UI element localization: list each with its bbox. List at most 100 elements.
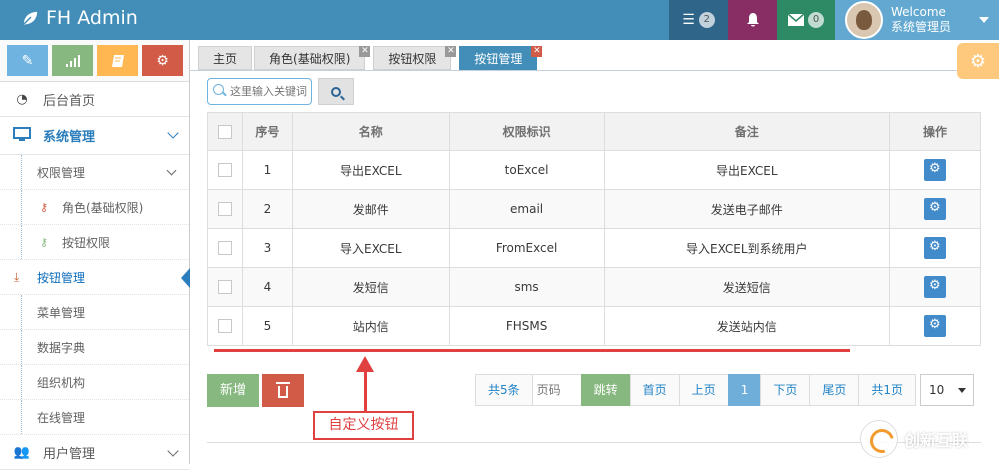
pager-first-button[interactable]: 首页 — [629, 374, 680, 406]
sidebar-item-dashboard[interactable]: ◔ 后台首页 — [0, 82, 189, 117]
sidebar-item-button-permissions[interactable]: ⚷ 按钮权限 — [0, 225, 189, 260]
user-menu[interactable]: Welcome 系统管理员 — [835, 0, 999, 40]
sidebar-item-label: 用户管理 — [43, 446, 96, 462]
row-checkbox[interactable] — [217, 202, 232, 217]
cell-actions — [889, 267, 981, 307]
annotation-label: 自定义按钮 — [313, 411, 414, 440]
cell-remark: 发送短信 — [603, 267, 891, 307]
desktop-icon — [12, 126, 32, 145]
messages-button[interactable]: 0 — [777, 0, 835, 40]
watermark: 创新互联 — [860, 420, 968, 458]
sidebar-item-label: 系统管理 — [43, 130, 96, 145]
active-pointer — [181, 268, 190, 288]
pager-next-button[interactable]: 下页 — [760, 374, 811, 406]
sidebar-item-label: 后台首页 — [43, 93, 96, 109]
sidebar-item-system[interactable]: 系统管理 — [0, 117, 189, 155]
cell-remark: 发送电子邮件 — [603, 189, 891, 229]
delete-button[interactable] — [262, 374, 304, 407]
messages-badge: 0 — [808, 12, 824, 28]
row-checkbox[interactable] — [217, 280, 232, 295]
tab-button-permissions[interactable]: 按钮权限 ✕ — [373, 46, 457, 70]
col-header: 权限标识 — [448, 112, 605, 151]
cell-name: 发邮件 — [291, 189, 450, 229]
shortcut-signal-button[interactable] — [52, 45, 93, 76]
tasks-button[interactable]: ☰ 2 — [669, 0, 728, 40]
settings-button[interactable]: ⚙ — [957, 43, 999, 79]
pager-prev-button[interactable]: 上页 — [678, 374, 729, 406]
notifications-button[interactable] — [728, 0, 777, 40]
cell-no: 4 — [241, 267, 293, 307]
sidebar-item-roles[interactable]: ⚷ 角色(基础权限) — [0, 190, 189, 225]
table-row: 2 发邮件 email 发送电子邮件 — [207, 189, 981, 229]
chevron-down-icon — [166, 165, 177, 176]
row-select-cell — [207, 228, 243, 268]
row-checkbox[interactable] — [217, 241, 232, 256]
username: 系统管理员 — [891, 20, 952, 34]
cell-actions — [889, 306, 981, 346]
table-row: 3 导入EXCEL FromExcel 导入EXCEL到系统用户 — [207, 228, 981, 268]
signal-icon — [65, 54, 80, 67]
edit-gear-button[interactable] — [924, 198, 947, 220]
edit-gear-button[interactable] — [924, 237, 947, 259]
table-row: 4 发短信 sms 发送短信 — [207, 267, 981, 307]
row-select-cell — [207, 150, 243, 190]
cell-actions — [889, 189, 981, 229]
sidebar-item-permissions[interactable]: 权限管理 — [0, 155, 189, 190]
pager-jump-button[interactable]: 跳转 — [580, 374, 631, 406]
brand[interactable]: FH Admin — [20, 7, 138, 29]
download-icon: ⤓ — [14, 269, 20, 284]
tab-button-management[interactable]: 按钮管理 ✕ — [459, 46, 543, 70]
add-button[interactable]: 新增 — [207, 374, 259, 407]
sidebar-item-organization[interactable]: 组织机构 — [0, 365, 189, 400]
edit-gear-button[interactable] — [924, 276, 947, 298]
shortcut-book-button[interactable] — [97, 45, 138, 76]
sidebar-item-online[interactable]: 在线管理 — [0, 400, 189, 435]
cell-actions — [889, 150, 981, 190]
shortcut-cogs-button[interactable]: ⚙ — [142, 45, 183, 76]
shortcut-pencil-button[interactable]: ✎ — [7, 45, 48, 76]
tab-label: 角色(基础权限) — [269, 52, 351, 66]
close-icon[interactable]: ✕ — [531, 46, 543, 57]
pager-current-page[interactable]: 1 — [727, 374, 762, 406]
pager-page-count: 共1页 — [858, 374, 916, 406]
close-icon[interactable]: ✕ — [359, 46, 371, 57]
sidebar-item-label: 在线管理 — [37, 410, 86, 425]
cell-no: 2 — [241, 189, 293, 229]
user-info: Welcome 系统管理员 — [891, 5, 951, 35]
page-size-select[interactable]: 10 — [920, 374, 974, 406]
sidebar-item-label: 组织机构 — [37, 375, 86, 390]
sidebar-item-label: 角色(基础权限) — [62, 200, 144, 215]
tab-label: 按钮管理 — [474, 52, 523, 66]
edit-gear-button[interactable] — [924, 315, 947, 337]
tab-roles[interactable]: 角色(基础权限) ✕ — [254, 46, 371, 70]
select-all-checkbox[interactable] — [217, 124, 232, 139]
sidebar-item-dictionary[interactable]: 数据字典 — [0, 330, 189, 365]
tab-home[interactable]: 主页 — [198, 46, 253, 70]
cell-code: FromExcel — [448, 228, 605, 268]
sidebar-item-users[interactable]: 👥 用户管理 — [0, 435, 189, 470]
cell-name: 发短信 — [291, 267, 450, 307]
close-icon[interactable]: ✕ — [445, 46, 457, 57]
select-all-cell — [207, 112, 243, 151]
page-number-input[interactable] — [531, 374, 582, 406]
sidebar-item-button-management[interactable]: ⤓ 按钮管理 — [0, 260, 190, 295]
edit-gear-button[interactable] — [924, 159, 947, 181]
search-button[interactable] — [318, 78, 354, 105]
dashboard-icon: ◔ — [16, 91, 28, 107]
bell-icon — [746, 13, 759, 27]
cogs-icon: ⚙ — [156, 52, 169, 69]
sidebar-item-label: 数据字典 — [37, 340, 86, 355]
pager-last-button[interactable]: 尾页 — [809, 374, 860, 406]
chevron-down-icon — [167, 445, 179, 457]
chevron-down-icon — [167, 127, 179, 139]
top-navbar: FH Admin ☰ 2 0 Welcome 系统管理员 — [0, 0, 999, 40]
cell-code: toExcel — [448, 150, 605, 190]
annotation-arrow-shaft — [364, 370, 367, 412]
cell-no: 5 — [241, 306, 293, 346]
row-checkbox[interactable] — [217, 163, 232, 178]
row-checkbox[interactable] — [217, 319, 232, 334]
sidebar-item-menu-management[interactable]: 菜单管理 — [0, 295, 189, 330]
cell-code: sms — [448, 267, 605, 307]
tab-bar: 主页 角色(基础权限) ✕ 按钮权限 ✕ 按钮管理 ✕ — [198, 46, 543, 70]
caret-down-icon — [979, 17, 989, 23]
